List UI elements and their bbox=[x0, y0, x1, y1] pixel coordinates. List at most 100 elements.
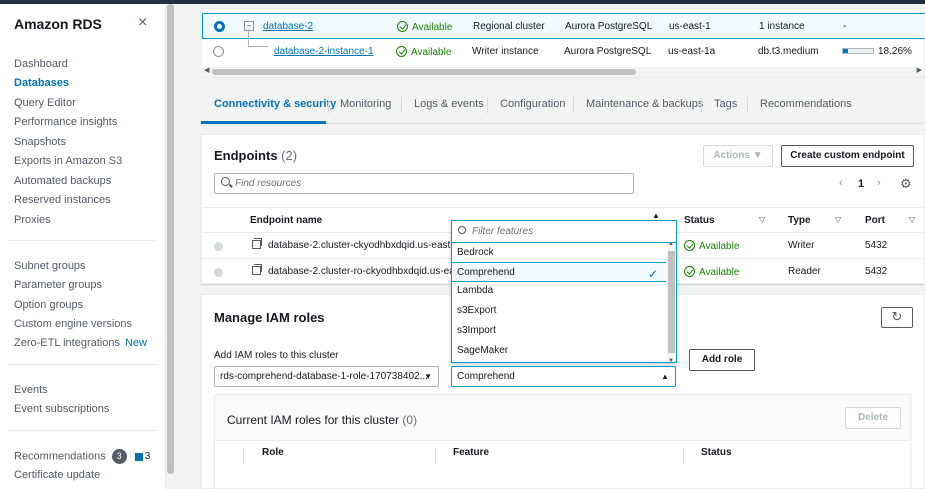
tab-tags[interactable]: Tags bbox=[714, 98, 737, 110]
endpoint-port: 5432 bbox=[865, 266, 888, 277]
filter-placeholder: Filter features bbox=[472, 226, 534, 237]
scroll-up-icon[interactable]: ▲ bbox=[668, 241, 674, 247]
delete-button[interactable]: Delete bbox=[845, 407, 901, 429]
sort-icon[interactable]: ▽ bbox=[759, 215, 765, 224]
tab-maintenance-backups[interactable]: Maintenance & backups bbox=[586, 98, 703, 110]
horizontal-scrollbar[interactable]: ◀ ▶ bbox=[202, 67, 924, 77]
row-radio-selected[interactable] bbox=[214, 21, 225, 32]
copy-icon[interactable] bbox=[252, 264, 262, 275]
sidebar-item-snapshots[interactable]: Snapshots bbox=[14, 136, 66, 148]
sidebar-divider bbox=[8, 240, 158, 241]
find-resources-input[interactable]: Find resources bbox=[214, 173, 634, 194]
new-badge: New bbox=[124, 337, 147, 349]
tab-monitoring[interactable]: Monitoring bbox=[340, 98, 391, 110]
sort-icon[interactable]: ▽ bbox=[909, 215, 915, 224]
table-row[interactable]: − database-2 Available Regional cluster … bbox=[202, 13, 925, 39]
close-icon[interactable]: × bbox=[138, 14, 147, 32]
iam-role-select[interactable]: rds-comprehend-database-1-role-170738402… bbox=[214, 366, 439, 387]
sidebar-item-databases[interactable]: Databases bbox=[14, 77, 69, 89]
dropdown-scrollbar[interactable]: ▲ ▼ bbox=[667, 241, 676, 364]
feature-select[interactable]: Comprehend ▲ bbox=[451, 366, 676, 387]
col-type[interactable]: Type bbox=[788, 215, 811, 226]
db-identifier-link[interactable]: database-2-instance-1 bbox=[274, 46, 374, 57]
next-page-icon[interactable]: › bbox=[877, 177, 881, 189]
col-status[interactable]: Status bbox=[684, 215, 715, 226]
sidebar-item-parameter-groups[interactable]: Parameter groups bbox=[14, 279, 102, 291]
tab-recommendations[interactable]: Recommendations bbox=[760, 98, 852, 110]
prev-page-icon[interactable]: ‹ bbox=[839, 177, 843, 189]
dropdown-option-s3export[interactable]: s3Export bbox=[452, 301, 666, 321]
tab-configuration[interactable]: Configuration bbox=[500, 98, 565, 110]
db-status: Available bbox=[397, 21, 452, 33]
sidebar-item-proxies[interactable]: Proxies bbox=[14, 214, 51, 226]
sidebar-item-custom-engine-versions[interactable]: Custom engine versions bbox=[14, 318, 132, 330]
scrollbar-thumb[interactable] bbox=[212, 69, 636, 75]
sidebar-item-events[interactable]: Events bbox=[14, 384, 48, 396]
endpoints-count: (2) bbox=[281, 148, 298, 163]
sidebar-item-recommendations[interactable]: Recommendations 3 3 bbox=[14, 449, 150, 464]
sidebar-item-option-groups[interactable]: Option groups bbox=[14, 299, 83, 311]
db-role: Regional cluster bbox=[473, 21, 545, 32]
copy-icon[interactable] bbox=[252, 238, 262, 249]
scroll-right-icon[interactable]: ▶ bbox=[917, 66, 922, 74]
sidebar-item-query-editor[interactable]: Query Editor bbox=[14, 97, 76, 109]
refresh-icon[interactable]: ↻ bbox=[881, 307, 913, 328]
table-row[interactable]: database-2-instance-1 Available Writer i… bbox=[202, 39, 925, 65]
row-radio-disabled[interactable] bbox=[214, 268, 223, 277]
tab-separator bbox=[401, 97, 402, 113]
tab-separator bbox=[747, 97, 748, 113]
sidebar-item-automated-backups[interactable]: Automated backups bbox=[14, 175, 111, 187]
sidebar-item-certificate-update[interactable]: Certificate update bbox=[14, 469, 100, 481]
tab-logs-events[interactable]: Logs & events bbox=[414, 98, 484, 110]
col-endpoint-name[interactable]: Endpoint name bbox=[250, 215, 322, 226]
filter-features-input[interactable]: Filter features bbox=[452, 221, 676, 243]
db-engine: Aurora PostgreSQL bbox=[565, 21, 653, 32]
col-feature[interactable]: Feature bbox=[453, 447, 489, 458]
dropdown-option-bedrock[interactable]: Bedrock bbox=[452, 243, 666, 263]
db-identifier-link[interactable]: database-2 bbox=[263, 21, 313, 32]
col-role[interactable]: Role bbox=[262, 447, 284, 458]
active-tab-indicator bbox=[201, 121, 326, 124]
sidebar-divider bbox=[8, 430, 158, 431]
row-radio-disabled[interactable] bbox=[214, 242, 223, 251]
sort-icon[interactable]: ▽ bbox=[835, 215, 841, 224]
endpoint-name: database-2.cluster-ro-ckyodhbxdqid.us-ea… bbox=[268, 266, 466, 277]
sidebar-item-dashboard[interactable]: Dashboard bbox=[14, 58, 68, 70]
check-circle-icon bbox=[397, 21, 408, 32]
col-status[interactable]: Status bbox=[701, 447, 732, 458]
actions-button[interactable]: Actions ▼ bbox=[703, 145, 773, 167]
recommendations-info-count: 3 bbox=[144, 451, 151, 462]
sidebar-item-performance-insights[interactable]: Performance insights bbox=[14, 116, 117, 128]
col-port[interactable]: Port bbox=[865, 215, 885, 226]
sidebar-item-event-subscriptions[interactable]: Event subscriptions bbox=[14, 403, 109, 415]
column-separator bbox=[243, 449, 244, 463]
page-number[interactable]: 1 bbox=[858, 178, 864, 190]
sidebar-scrollbar[interactable] bbox=[166, 4, 175, 489]
dropdown-option-sagemaker[interactable]: SageMaker bbox=[452, 341, 666, 361]
current-iam-roles-header: Current IAM roles for this cluster (0) D… bbox=[215, 395, 910, 441]
tab-connectivity-security[interactable]: Connectivity & security bbox=[214, 98, 336, 110]
gear-icon[interactable]: ⚙ bbox=[900, 176, 912, 192]
column-separator bbox=[435, 449, 436, 463]
db-cpu: - bbox=[843, 21, 847, 32]
create-custom-endpoint-button[interactable]: Create custom endpoint bbox=[781, 145, 914, 167]
sidebar-item-subnet-groups[interactable]: Subnet groups bbox=[14, 260, 86, 272]
scrollbar-thumb[interactable] bbox=[668, 251, 675, 353]
scroll-down-icon[interactable]: ▼ bbox=[668, 358, 674, 364]
dropdown-option-comprehend[interactable]: Comprehend ✓ bbox=[452, 262, 666, 282]
sidebar-item-reserved-instances[interactable]: Reserved instances bbox=[14, 194, 111, 206]
endpoint-name: database-2.cluster-ckyodhbxdqid.us-east-… bbox=[268, 240, 466, 251]
sidebar-divider bbox=[8, 364, 158, 365]
dropdown-option-lambda[interactable]: Lambda bbox=[452, 281, 666, 301]
sidebar-item-zero-etl[interactable]: Zero-ETL integrations New bbox=[14, 337, 147, 349]
scrollbar-thumb[interactable] bbox=[167, 4, 174, 474]
scroll-left-icon[interactable]: ◀ bbox=[204, 66, 209, 74]
endpoint-port: 5432 bbox=[865, 240, 888, 251]
sort-ascending-icon[interactable]: ▲ bbox=[652, 211, 660, 220]
sidebar-item-exports-s3[interactable]: Exports in Amazon S3 bbox=[14, 155, 122, 167]
caret-down-icon: ▼ bbox=[752, 150, 763, 161]
add-role-button[interactable]: Add role bbox=[689, 349, 755, 371]
row-radio[interactable] bbox=[213, 46, 224, 57]
tab-separator bbox=[573, 97, 574, 113]
dropdown-option-s3import[interactable]: s3Import bbox=[452, 321, 666, 341]
